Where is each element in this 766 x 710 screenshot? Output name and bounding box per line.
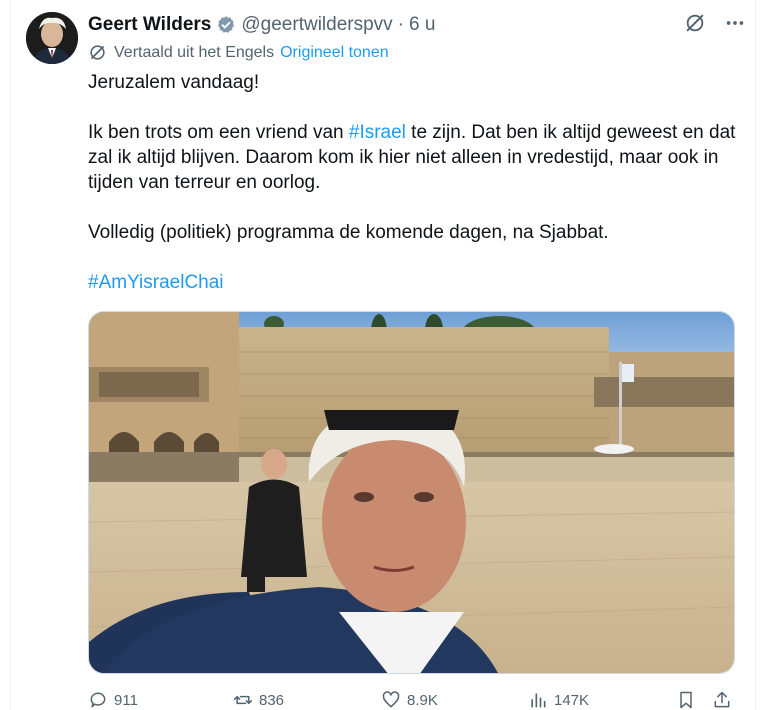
reply-button[interactable]: 911 <box>88 690 138 710</box>
paragraph-2-start: Ik ben trots om een vriend van <box>88 122 349 143</box>
hashtag-amyisraelchai[interactable]: #AmYisraelChai <box>88 272 224 293</box>
tweet-line-1: Jeruzalem vandaag! <box>88 72 260 93</box>
reply-icon <box>88 690 108 710</box>
reply-count: 911 <box>114 691 138 709</box>
author-handle[interactable]: @geertwilderspvv <box>241 14 392 36</box>
translate-icon <box>88 43 107 62</box>
tweet-time[interactable]: 6 u <box>409 14 435 36</box>
like-button[interactable]: 8.9K <box>381 690 438 710</box>
bookmark-icon <box>676 690 696 710</box>
hashtag-israel[interactable]: #Israel <box>349 122 406 143</box>
more-icon[interactable] <box>724 12 746 40</box>
like-icon <box>381 690 401 710</box>
repost-button[interactable]: 836 <box>233 690 284 710</box>
translation-note: Vertaald uit het Engels Origineel tonen <box>88 43 389 62</box>
tweet-photo[interactable] <box>88 311 735 674</box>
tweet-header: Geert Wilders @geertwilderspvv · 6 u <box>88 12 746 38</box>
avatar[interactable] <box>26 12 78 64</box>
action-bar: 911 836 8.9K 147K <box>88 690 746 710</box>
tweet-paragraph-2: Ik ben trots om een vriend van #Israel t… <box>88 120 738 195</box>
tweet-text: Jeruzalem vandaag! Ik ben trots om een v… <box>88 70 738 295</box>
bookmark-button[interactable] <box>676 690 696 710</box>
views-button[interactable]: 147K <box>528 690 589 710</box>
share-icon <box>712 690 732 710</box>
author-name[interactable]: Geert Wilders <box>88 14 211 36</box>
share-button[interactable] <box>712 690 732 710</box>
repost-icon <box>233 690 253 710</box>
show-original-link[interactable]: Origineel tonen <box>280 44 389 62</box>
tweet-paragraph-3: Volledig (politiek) programma de komende… <box>88 222 609 243</box>
views-count: 147K <box>554 691 590 709</box>
verified-badge-icon[interactable] <box>216 15 236 35</box>
translation-label: Vertaald uit het Engels <box>114 43 275 61</box>
grok-icon[interactable] <box>684 12 706 40</box>
views-icon <box>528 690 548 710</box>
like-count: 8.9K <box>407 691 438 709</box>
header-separator: · <box>397 14 404 35</box>
repost-count: 836 <box>259 691 285 709</box>
